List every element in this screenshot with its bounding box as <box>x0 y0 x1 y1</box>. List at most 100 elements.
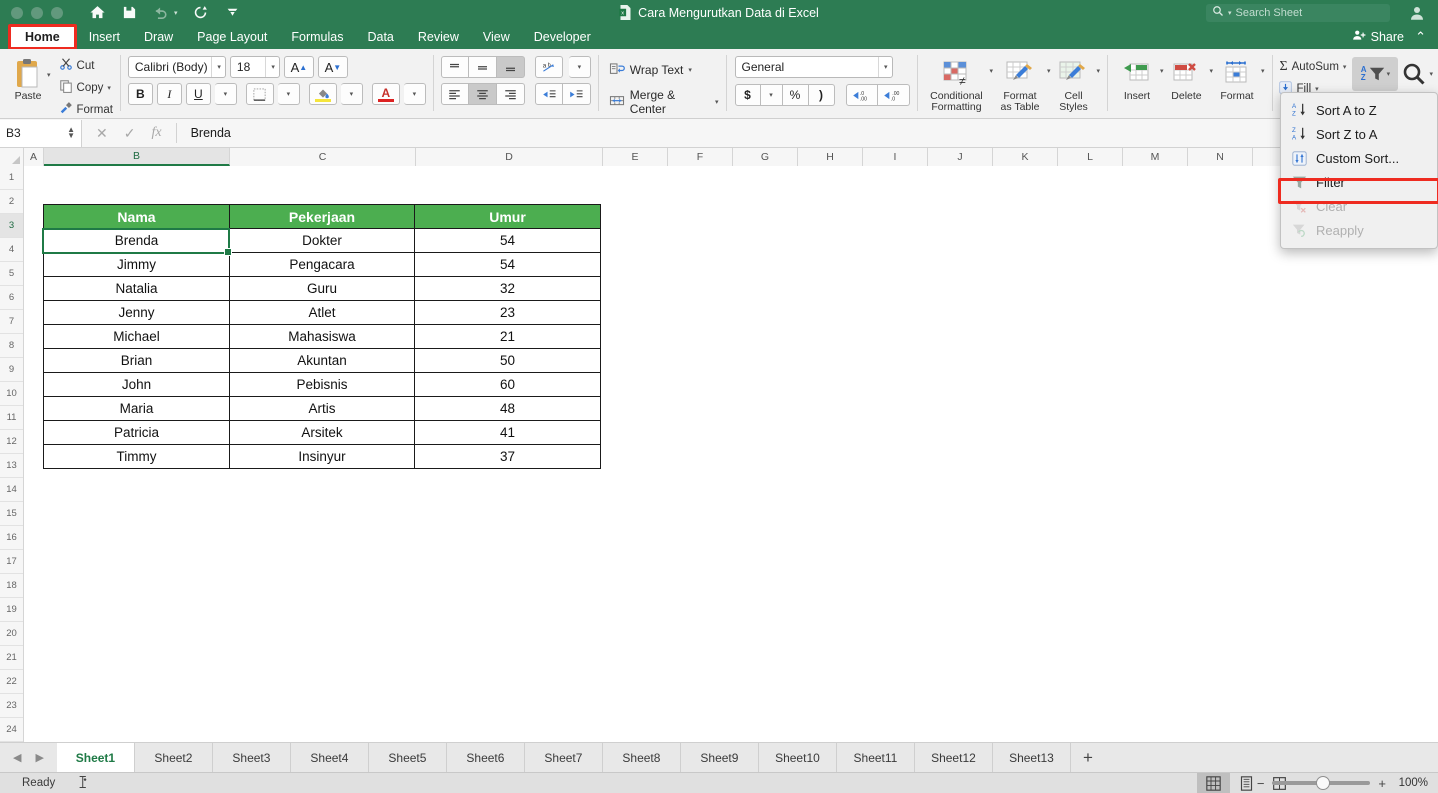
font-size-select[interactable]: 18 ▾ <box>229 56 280 78</box>
home-icon[interactable] <box>88 4 106 22</box>
table-cell[interactable]: Pebisnis <box>229 372 415 397</box>
sheet-tab-sheet1[interactable]: Sheet1 <box>56 743 135 772</box>
table-cell[interactable]: Atlet <box>229 300 415 325</box>
column-header-G[interactable]: G <box>733 148 798 166</box>
formula-input[interactable]: Brenda <box>175 123 1438 143</box>
column-header-M[interactable]: M <box>1123 148 1188 166</box>
sheet-tab-sheet8[interactable]: Sheet8 <box>603 743 681 772</box>
row-header-10[interactable]: 10 <box>0 382 23 406</box>
ribbon-tab-page-layout[interactable]: Page Layout <box>185 25 279 49</box>
decrease-font-size-button[interactable]: A ▼ <box>317 56 348 78</box>
zoom-slider-knob[interactable] <box>1316 776 1331 790</box>
font-color-button[interactable]: A <box>371 83 400 105</box>
fill-color-dropdown-caret[interactable]: ▾ <box>340 83 363 105</box>
sheet-tab-sheet4[interactable]: Sheet4 <box>291 743 369 772</box>
format-as-table-caret[interactable]: ▾ <box>1047 67 1051 119</box>
copy-button[interactable]: Copy ▾ <box>59 78 113 97</box>
zoom-out-button[interactable]: − <box>1257 776 1265 791</box>
sheet-tab-sheet6[interactable]: Sheet6 <box>447 743 525 772</box>
align-bottom-button[interactable] <box>496 56 525 78</box>
next-sheet-icon[interactable]: ▶ <box>35 751 43 764</box>
name-box[interactable]: B3 ▲ ▼ <box>0 119 82 147</box>
sheet-nav-arrows[interactable]: ◀ ▶ <box>0 743 57 772</box>
menu-item-sort-a-to-z[interactable]: AZ Sort A to Z <box>1281 98 1437 122</box>
row-header-6[interactable]: 6 <box>0 286 23 310</box>
ribbon-tab-insert[interactable]: Insert <box>77 25 132 49</box>
table-cell[interactable]: Akuntan <box>229 348 415 373</box>
percent-format-button[interactable]: % <box>782 84 809 106</box>
font-color-dropdown-caret[interactable]: ▾ <box>403 83 426 105</box>
row-header-13[interactable]: 13 <box>0 454 23 478</box>
sheet-tab-sheet2[interactable]: Sheet2 <box>135 743 213 772</box>
sort-filter-caret[interactable]: ▾ <box>1387 70 1391 78</box>
ribbon-tab-home[interactable]: Home <box>8 24 77 50</box>
ribbon-tab-developer[interactable]: Developer <box>522 25 603 49</box>
sheet-tab-sheet12[interactable]: Sheet12 <box>915 743 993 772</box>
format-as-table-button[interactable]: Format as Table <box>995 53 1045 119</box>
delete-cells-caret[interactable]: ▾ <box>1209 67 1213 119</box>
underline-dropdown-caret[interactable]: ▾ <box>214 83 237 105</box>
row-header-15[interactable]: 15 <box>0 502 23 526</box>
window-controls[interactable] <box>11 6 63 19</box>
redo-icon[interactable] <box>192 4 210 22</box>
column-header-I[interactable]: I <box>863 148 928 166</box>
row-header-22[interactable]: 22 <box>0 670 23 694</box>
search-dropdown-caret[interactable]: ▾ <box>1228 9 1232 17</box>
sheet-tab-sheet5[interactable]: Sheet5 <box>369 743 447 772</box>
previous-sheet-icon[interactable]: ◀ <box>13 751 21 764</box>
maximize-window-button[interactable] <box>51 6 63 19</box>
save-icon[interactable] <box>120 4 138 22</box>
number-format-caret[interactable]: ▾ <box>877 57 888 77</box>
table-cell[interactable]: 48 <box>414 396 601 421</box>
cell-styles-button[interactable]: Cell Styles <box>1052 53 1094 119</box>
row-header-8[interactable]: 8 <box>0 334 23 358</box>
row-header-5[interactable]: 5 <box>0 262 23 286</box>
row-header-16[interactable]: 16 <box>0 526 23 550</box>
copy-dropdown-caret[interactable]: ▾ <box>107 84 111 92</box>
row-header-3[interactable]: 3 <box>0 214 23 238</box>
ribbon-tab-draw[interactable]: Draw <box>132 25 185 49</box>
table-cell[interactable]: Patricia <box>43 420 230 445</box>
ribbon-tab-view[interactable]: View <box>471 25 522 49</box>
search-input[interactable] <box>1235 7 1384 19</box>
currency-format-button[interactable]: $ <box>734 84 761 106</box>
wrap-text-button[interactable]: Wrap Text ▾ <box>609 58 719 82</box>
sheet-tab-sheet3[interactable]: Sheet3 <box>213 743 291 772</box>
align-middle-button[interactable] <box>468 56 497 78</box>
decrease-indent-button[interactable] <box>534 83 563 105</box>
ribbon-tab-formulas[interactable]: Formulas <box>279 25 355 49</box>
format-cells-button[interactable]: Format <box>1215 53 1259 119</box>
share-button[interactable]: Share <box>1352 28 1404 45</box>
zoom-in-button[interactable]: + <box>1378 776 1386 791</box>
column-header-F[interactable]: F <box>668 148 733 166</box>
column-header-D[interactable]: D <box>416 148 603 166</box>
table-cell[interactable]: Michael <box>43 324 230 349</box>
menu-item-filter[interactable]: Filter <box>1281 170 1437 194</box>
align-left-button[interactable] <box>440 83 469 105</box>
table-cell[interactable]: Insinyur <box>229 444 415 469</box>
table-cell[interactable]: Natalia <box>43 276 230 301</box>
find-select-caret[interactable]: ▾ <box>1429 70 1433 78</box>
format-cells-caret[interactable]: ▾ <box>1261 67 1265 119</box>
column-header-C[interactable]: C <box>230 148 416 166</box>
table-cell[interactable]: 32 <box>414 276 601 301</box>
table-cell[interactable]: Timmy <box>43 444 230 469</box>
search-sheet-box[interactable]: ▾ <box>1206 4 1390 22</box>
table-cell[interactable]: John <box>43 372 230 397</box>
cut-button[interactable]: Cut <box>59 56 113 75</box>
table-cell[interactable]: Dokter <box>229 228 415 253</box>
row-header-9[interactable]: 9 <box>0 358 23 382</box>
select-all-corner[interactable] <box>0 148 24 166</box>
orientation-button[interactable]: ab <box>534 56 563 78</box>
merge-center-dropdown-caret[interactable]: ▾ <box>715 98 719 106</box>
autosum-button[interactable]: Σ AutoSum ▾ <box>1279 58 1346 76</box>
confirm-icon[interactable]: ✓ <box>124 125 136 142</box>
row-header-23[interactable]: 23 <box>0 694 23 718</box>
close-window-button[interactable] <box>11 6 23 19</box>
add-sheet-button[interactable]: + <box>1071 743 1105 772</box>
table-cell[interactable]: Artis <box>229 396 415 421</box>
table-cell[interactable]: Arsitek <box>229 420 415 445</box>
sheet-tab-sheet13[interactable]: Sheet13 <box>993 743 1071 772</box>
table-cell[interactable]: Mahasiswa <box>229 324 415 349</box>
table-cell[interactable]: Jimmy <box>43 252 230 277</box>
